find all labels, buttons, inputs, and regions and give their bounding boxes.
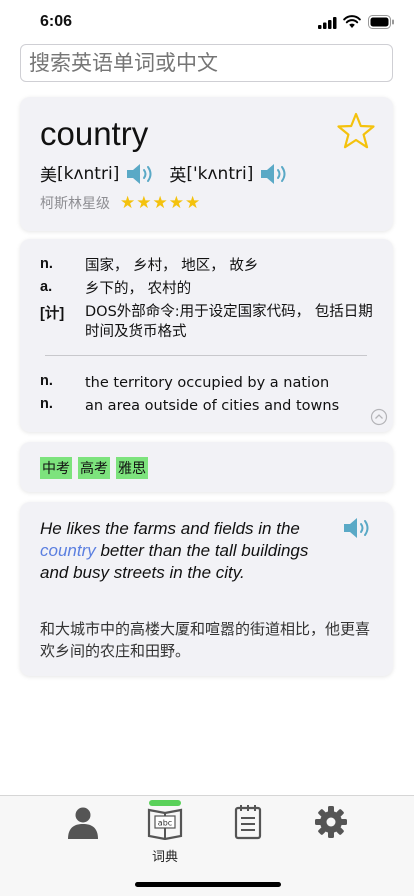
battery-icon [368, 15, 394, 29]
word-card: country 美 [kʌntri] 英 ['kʌntri] 柯斯林星级 ★★★… [20, 97, 393, 231]
tab-label: 词典 [151, 850, 178, 865]
part-of-speech: n. [40, 373, 53, 389]
rating-stars: ★★★★★ [120, 193, 202, 213]
svg-text:abc: abc [158, 819, 172, 828]
favorite-star-icon[interactable] [336, 112, 376, 150]
tab-profile[interactable] [53, 804, 113, 844]
definitions-card: n. 国家， 乡村， 地区， 故乡 a. 乡下的， 农村的 [计] DOS外部命… [20, 239, 393, 432]
example-speaker-icon[interactable] [342, 516, 374, 540]
part-of-speech: a. [40, 279, 53, 295]
definition-text: the territory occupied by a nation [85, 375, 330, 391]
status-time: 6:06 [40, 13, 73, 30]
notebook-icon [234, 805, 262, 840]
exam-tag: 雅思 [116, 457, 148, 479]
example-text: He likes the farms and fields in the [40, 519, 300, 538]
definition-text: 乡下的， 农村的 [85, 281, 192, 297]
us-speaker-icon[interactable] [125, 162, 157, 186]
example-card: He likes the farms and fields in the cou… [20, 502, 393, 676]
example-sentence-en: He likes the farms and fields in the cou… [40, 518, 320, 584]
status-bar: 6:06 [0, 0, 414, 44]
tab-dictionary[interactable]: abc 词典 [135, 804, 195, 865]
tab-settings[interactable] [301, 804, 361, 844]
gear-icon [315, 806, 347, 838]
us-phonetic: [kʌntri] [57, 163, 120, 184]
exam-tag: 中考 [40, 457, 72, 479]
example-sentence-cn: 和大城市中的高楼大厦和喧嚣的街道相比，他更喜欢乡间的农庄和田野。 [40, 620, 371, 660]
uk-label: 英 [169, 166, 187, 186]
us-label: 美 [40, 166, 57, 186]
person-icon [68, 807, 98, 839]
part-of-speech: [计] [40, 306, 65, 322]
dictionary-book-icon: abc [147, 808, 183, 841]
exam-tags-card: 中考 高考 雅思 [20, 442, 393, 492]
divider [45, 355, 367, 356]
exam-tag: 高考 [78, 457, 110, 479]
uk-phonetic: ['kʌntri] [186, 163, 254, 184]
rating-label: 柯斯林星级 [40, 196, 110, 212]
headword: country [40, 115, 149, 152]
tab-notebook[interactable] [218, 804, 278, 844]
part-of-speech: n. [40, 396, 53, 412]
collapse-chevron-icon[interactable] [370, 408, 388, 426]
definition-text: an area outside of cities and towns [85, 398, 340, 414]
home-indicator [135, 882, 281, 887]
uk-speaker-icon[interactable] [259, 162, 291, 186]
search-input[interactable] [20, 44, 393, 82]
cellular-signal-icon [318, 17, 337, 29]
wifi-icon [343, 15, 361, 28]
definition-text: 国家， 乡村， 地区， 故乡 [85, 258, 259, 274]
phonetics-row: 美 [kʌntri] 英 ['kʌntri] [40, 161, 303, 186]
part-of-speech: n. [40, 256, 53, 272]
definition-text: DOS外部命令:用于设定国家代码， 包括日期时间及货币格式 [85, 304, 373, 340]
example-highlight: country [40, 541, 96, 560]
collins-rating: 柯斯林星级 ★★★★★ [40, 193, 201, 213]
tab-bar: abc 词典 [0, 795, 414, 896]
